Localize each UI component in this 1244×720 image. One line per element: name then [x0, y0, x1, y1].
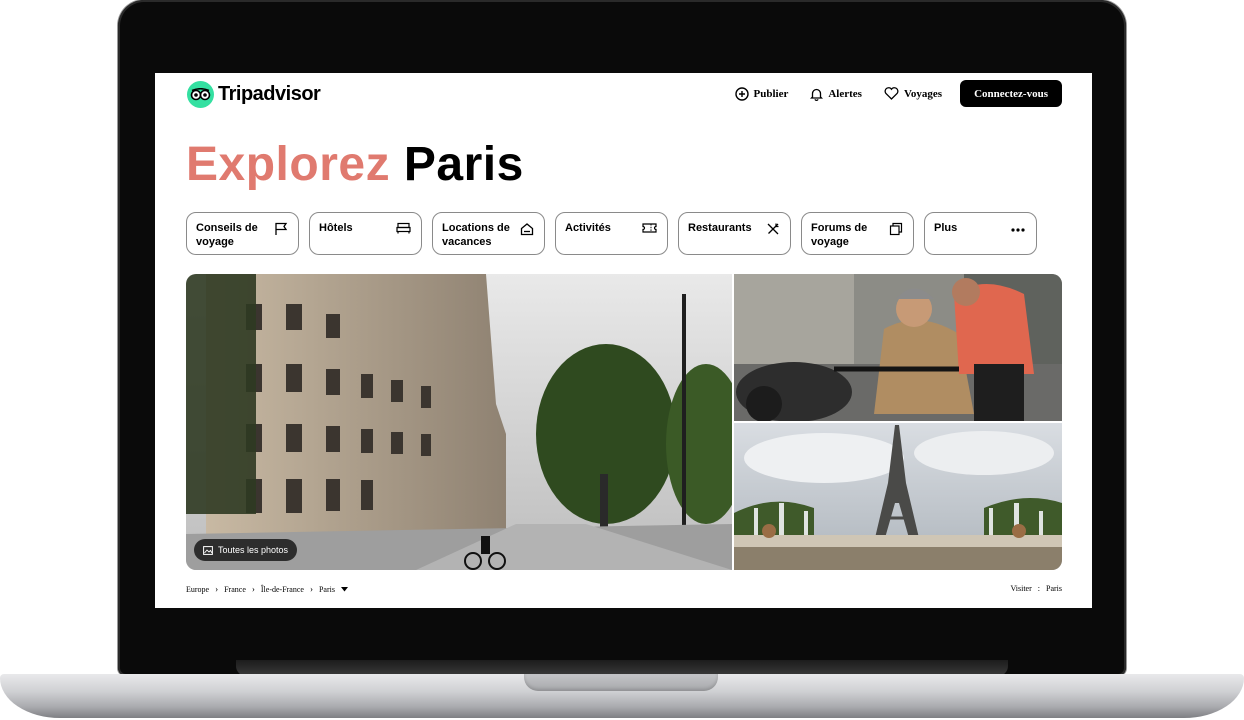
breadcrumb-france[interactable]: France	[224, 585, 246, 594]
category-travel-advice[interactable]: Conseils de voyage	[186, 212, 299, 255]
eiffel-tower-photo[interactable]	[734, 423, 1062, 570]
category-hotels[interactable]: Hôtels	[309, 212, 422, 255]
visit-value: Paris	[1046, 584, 1062, 593]
publish-link[interactable]: Publier	[734, 86, 789, 101]
category-vacation-rentals[interactable]: Locations de vacances	[432, 212, 545, 255]
heart-icon	[884, 87, 899, 100]
breadcrumb-paris[interactable]: Paris	[319, 585, 335, 594]
logo-text: Tripadvisor	[218, 83, 321, 105]
signin-button[interactable]: Connectez-vous	[960, 80, 1062, 107]
visit-separator: :	[1037, 584, 1040, 593]
plus-circle-icon	[734, 86, 749, 101]
bed-icon	[396, 222, 411, 234]
chevron-right-icon: ›	[251, 584, 255, 594]
more-dots-icon	[1011, 228, 1025, 232]
laptop-notch	[524, 674, 718, 691]
page-title: Explorez Paris	[186, 137, 524, 192]
category-label: Locations de vacances	[442, 222, 510, 248]
category-label: Conseils de voyage	[196, 222, 258, 248]
bell-icon	[810, 88, 824, 101]
breadcrumb: Europe › France › Île-de-France › Paris	[186, 584, 348, 594]
category-restaurants[interactable]: Restaurants	[678, 212, 791, 255]
trips-link[interactable]: Voyages	[884, 87, 942, 100]
alerts-label: Alertes	[828, 87, 862, 100]
alerts-link[interactable]: Alertes	[810, 87, 862, 101]
visit-info: Visiter : Paris	[1010, 584, 1062, 593]
publish-label: Publier	[753, 87, 789, 100]
title-explore: Explorez	[186, 138, 391, 191]
sidecar-tour-photo[interactable]	[734, 274, 1062, 421]
paris-street-photo[interactable]	[186, 274, 732, 570]
owl-logo-icon	[187, 81, 214, 108]
all-photos-button[interactable]: Toutes les photos	[194, 539, 298, 561]
photo-gallery: Toutes les photos	[186, 274, 1062, 570]
all-photos-label: Toutes les photos	[218, 545, 289, 555]
visit-label: Visiter	[1010, 584, 1032, 593]
category-travel-forums[interactable]: Forums de voyage	[801, 212, 914, 255]
category-label: Activités	[565, 222, 611, 234]
category-label: Plus	[934, 222, 958, 234]
breadcrumb-ile-de-france[interactable]: Île-de-France	[261, 585, 304, 594]
house-icon	[520, 223, 534, 236]
category-bar: Conseils de voyage Hôtels Locations de v…	[186, 212, 1037, 255]
image-icon	[203, 545, 213, 555]
caret-down-icon[interactable]	[340, 586, 348, 592]
category-activities[interactable]: Activités	[555, 212, 668, 255]
chevron-right-icon: ›	[309, 584, 313, 594]
chevron-right-icon: ›	[215, 584, 219, 594]
category-label: Hôtels	[319, 222, 353, 234]
breadcrumb-europe[interactable]: Europe	[186, 585, 209, 594]
category-more[interactable]: Plus	[924, 212, 1037, 255]
title-city: Paris	[403, 138, 524, 191]
ticket-icon	[642, 223, 657, 233]
top-nav: Publier Alertes Voyages Connectez-vous	[734, 80, 1062, 107]
browser-screen: Tripadvisor Publier Alertes Voyages Conn…	[155, 73, 1092, 608]
trips-label: Voyages	[903, 87, 943, 100]
fork-knife-icon	[767, 223, 779, 235]
flag-icon	[275, 222, 288, 235]
tripadvisor-logo[interactable]: Tripadvisor	[187, 81, 321, 108]
chat-icon	[889, 222, 903, 236]
category-label: Restaurants	[688, 222, 752, 234]
category-label: Forums de voyage	[811, 222, 868, 248]
